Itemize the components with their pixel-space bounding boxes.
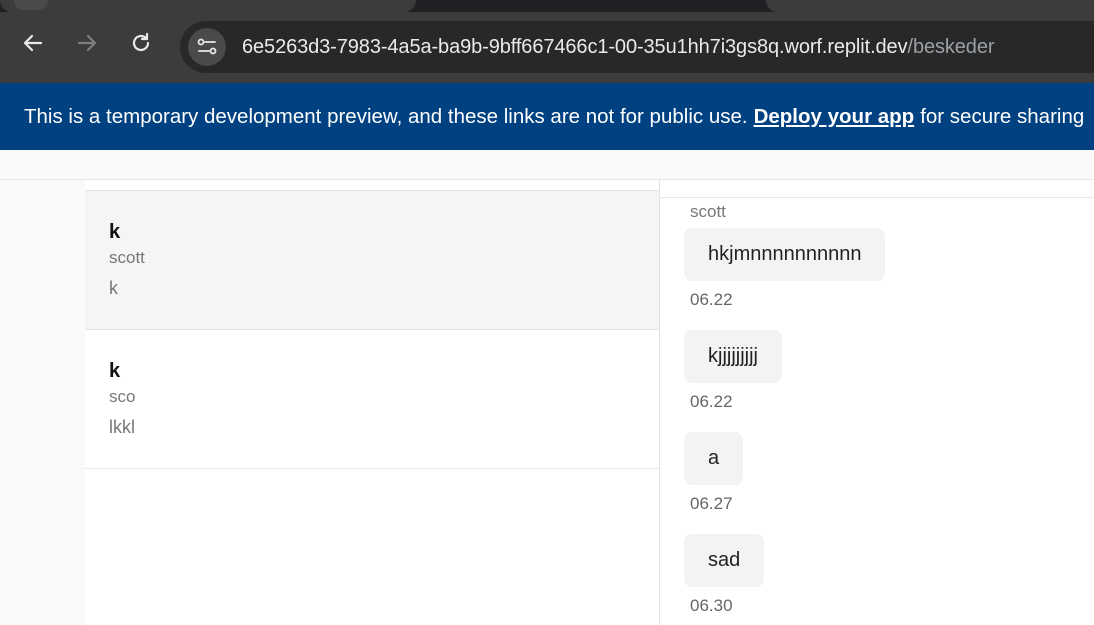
conversation-item[interactable]: k sco lkkl (85, 330, 659, 469)
url-host: 6e5263d3-7983-4a5a-ba9b-9bff667466c1-00-… (242, 35, 908, 58)
page-content: k scott k k sco lkkl scott hkjmnnnnnnnnn… (0, 150, 1094, 625)
chat-header (660, 180, 1094, 198)
browser-tab[interactable] (766, 0, 1094, 12)
reload-button[interactable] (124, 26, 158, 60)
message-bubble: sad (684, 534, 765, 587)
message: hkjmnnnnnnnnnn 06.22 (684, 228, 886, 311)
address-bar[interactable]: 6e5263d3-7983-4a5a-ba9b-9bff667466c1-00-… (180, 21, 1094, 73)
back-button[interactable] (16, 26, 50, 60)
browser-tabstrip (0, 0, 1094, 12)
message-bubble: hkjmnnnnnnnnnn (684, 228, 886, 281)
back-arrow-icon (23, 34, 43, 52)
message: sad 06.30 (684, 534, 765, 617)
message-bubble: kjjjjjjjjj (684, 330, 782, 383)
deploy-link[interactable]: Deploy your app (754, 105, 915, 129)
message: kjjjjjjjjj 06.22 (684, 330, 782, 413)
conversation-title: k (109, 221, 121, 243)
message: a 06.27 (684, 432, 744, 515)
list-header (85, 180, 659, 191)
message-time: 06.30 (690, 596, 733, 615)
tab-favicon (14, 0, 48, 10)
message-sender: scott (690, 202, 726, 221)
message-time: 06.22 (690, 290, 733, 309)
browser-tab[interactable] (0, 0, 416, 12)
conversation-preview: lkkl (109, 417, 135, 437)
url-text[interactable]: 6e5263d3-7983-4a5a-ba9b-9bff667466c1-00-… (242, 35, 995, 59)
banner-text: This is a temporary development preview,… (24, 104, 748, 128)
conversation-list: k scott k k sco lkkl (85, 180, 660, 625)
message-time: 06.22 (690, 392, 733, 411)
conversation-item[interactable]: k scott k (85, 191, 659, 330)
banner-text-end: for secure sharing (920, 104, 1085, 128)
forward-arrow-icon (77, 34, 97, 52)
site-settings-icon (197, 38, 217, 55)
conversation-user: scott (109, 248, 145, 267)
forward-button[interactable] (70, 26, 104, 60)
chat-panel: scott hkjmnnnnnnnnnn 06.22 kjjjjjjjjj 06… (660, 180, 1094, 625)
conversation-title: k (109, 360, 121, 382)
message-time: 06.27 (690, 494, 733, 513)
browser-toolbar: 6e5263d3-7983-4a5a-ba9b-9bff667466c1-00-… (0, 12, 1094, 83)
conversation-user: sco (109, 387, 136, 406)
conversation-preview: k (109, 278, 118, 298)
site-info-button[interactable] (188, 28, 226, 66)
dev-preview-banner: This is a temporary development preview,… (0, 83, 1094, 150)
message-bubble: a (684, 432, 744, 485)
url-path: /beskeder (907, 35, 995, 58)
reload-icon (132, 32, 150, 52)
